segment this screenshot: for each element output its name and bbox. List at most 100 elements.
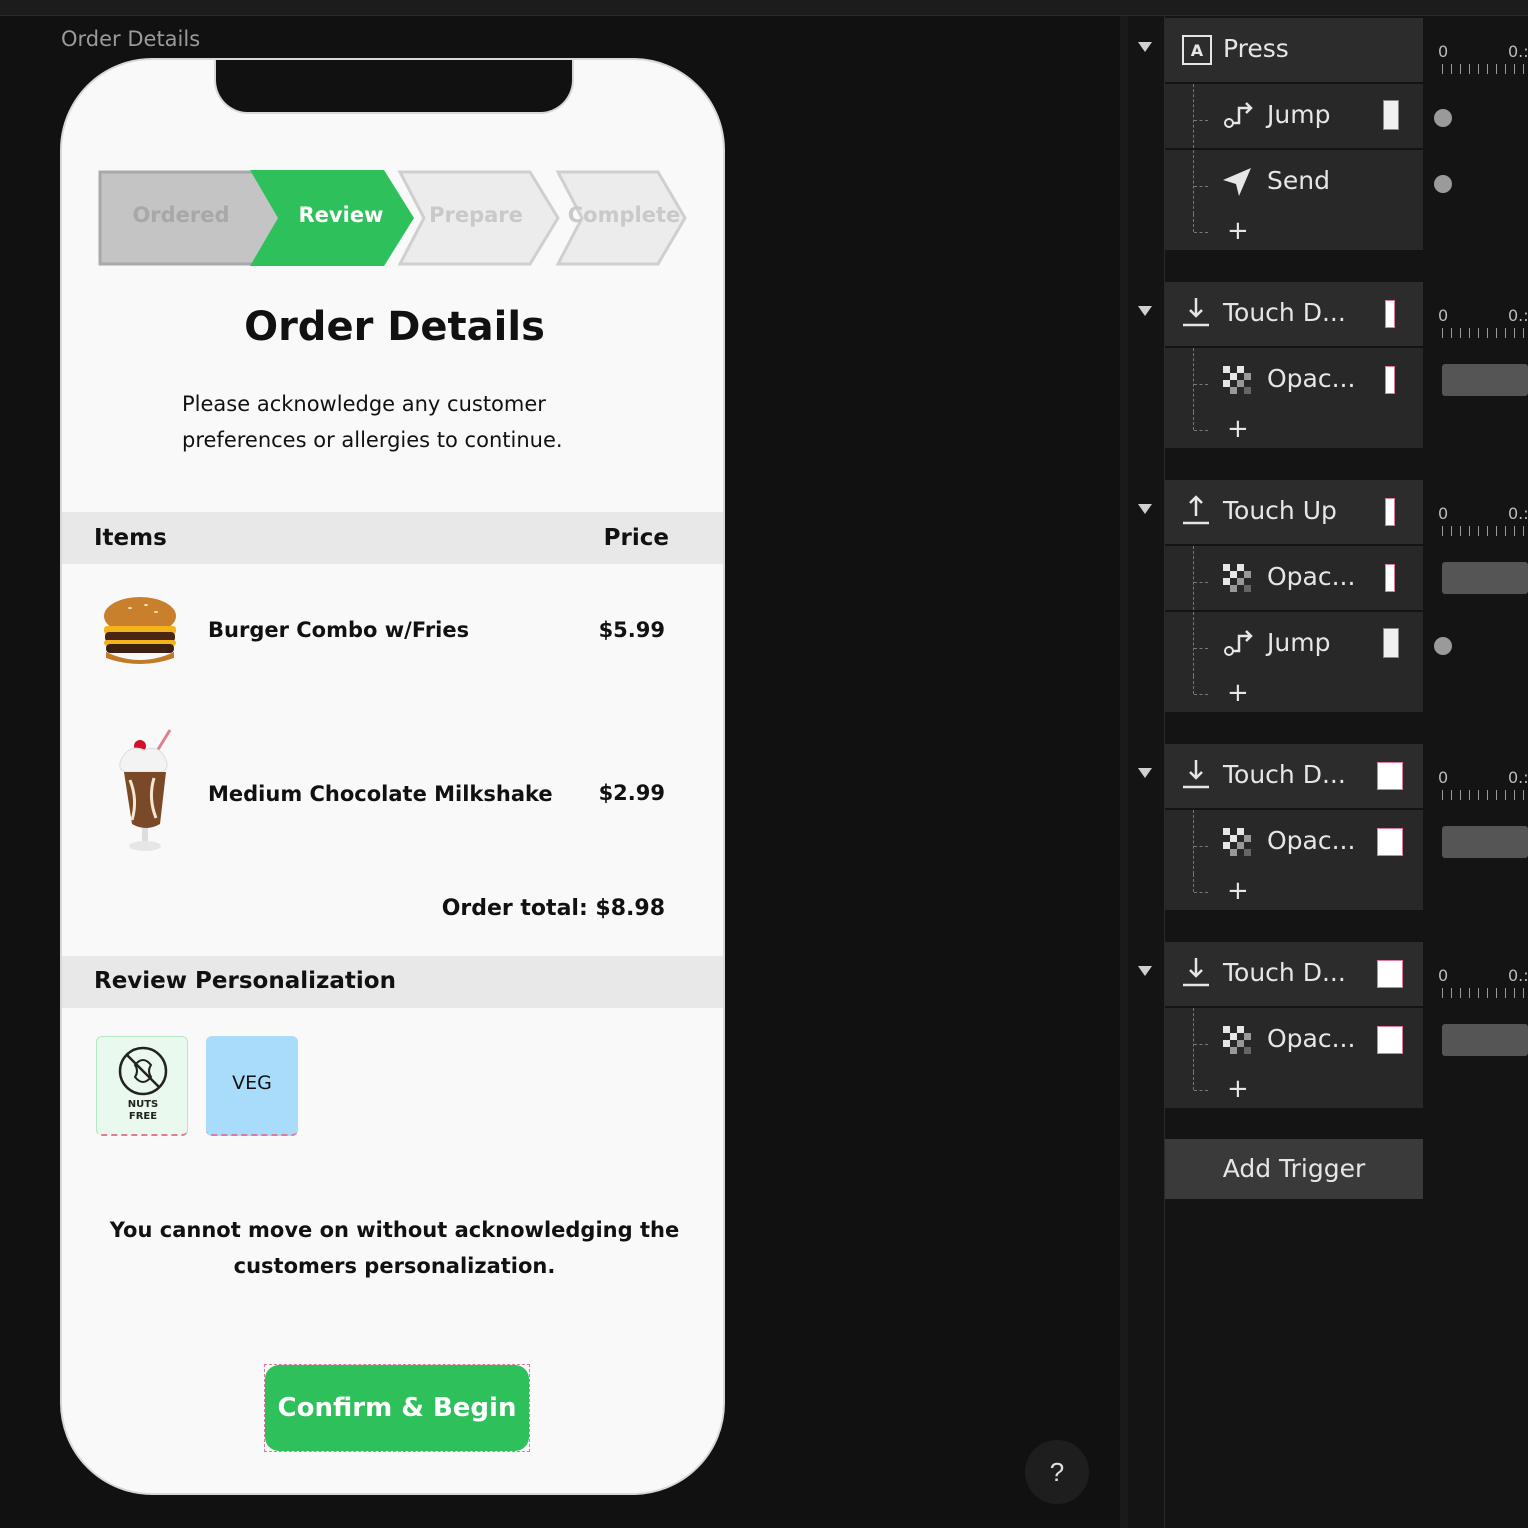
veg-label: VEG — [232, 1072, 272, 1094]
jump-icon — [1224, 630, 1253, 656]
page-subtitle: Please acknowledge any customer preferen… — [182, 392, 563, 452]
item-name-milkshake: Medium Chocolate Milkshake — [208, 782, 553, 806]
action-label: Jump — [1267, 100, 1331, 129]
trigger-touch-down[interactable]: Touch D... — [1165, 744, 1423, 808]
panel-divider[interactable] — [1120, 16, 1128, 1528]
timeline-bar[interactable] — [1442, 364, 1528, 396]
trigger-press[interactable]: A Press — [1165, 18, 1423, 82]
step-ordered: Ordered — [132, 203, 230, 227]
element-swatch — [1377, 828, 1403, 856]
review-header-bar: Review Personalization — [62, 956, 723, 1008]
add-action-row[interactable]: + — [1165, 412, 1423, 448]
element-swatch — [1377, 1026, 1403, 1054]
timeline-scale: 0 0.: — [1436, 966, 1528, 1006]
nuts-free-label: NUTS FREE — [127, 1099, 159, 1122]
add-action-row[interactable]: + — [1165, 874, 1423, 910]
collapse-caret-icon[interactable] — [1138, 42, 1152, 52]
timeline-dot[interactable] — [1434, 175, 1452, 193]
action-opacity[interactable]: Opac... — [1165, 348, 1423, 412]
element-swatch — [1385, 498, 1395, 526]
add-action-row[interactable]: + — [1165, 1072, 1423, 1108]
action-label: Opac... — [1267, 826, 1356, 855]
screen-swatch — [1383, 628, 1399, 658]
element-swatch — [1385, 564, 1395, 592]
add-action-icon[interactable]: + — [1227, 678, 1249, 708]
opacity-icon — [1223, 564, 1251, 592]
screen-swatch — [1383, 100, 1399, 130]
frame-title: Order Details — [61, 27, 201, 51]
action-label: Send — [1267, 166, 1330, 195]
trigger-touch-up[interactable]: Touch Up — [1165, 480, 1423, 544]
add-action-icon[interactable]: + — [1227, 216, 1249, 246]
timeline-dot[interactable] — [1434, 109, 1452, 127]
jump-icon — [1224, 102, 1253, 128]
confirm-button-frame: Confirm & Begin — [264, 1364, 530, 1452]
add-action-icon[interactable]: + — [1227, 876, 1249, 906]
timeline-scale: 0 0.: — [1436, 504, 1528, 544]
add-action-icon[interactable]: + — [1227, 414, 1249, 444]
touch-down-icon — [1183, 760, 1209, 789]
order-total: Order total: $8.98 — [441, 896, 665, 921]
action-jump[interactable]: Jump — [1165, 84, 1423, 148]
element-swatch — [1385, 300, 1395, 328]
phone-notch — [214, 60, 574, 114]
milkshake-image — [119, 729, 172, 851]
timeline-bar[interactable] — [1442, 562, 1528, 594]
action-label: Jump — [1267, 628, 1331, 657]
collapse-caret-icon[interactable] — [1138, 306, 1152, 316]
add-action-row[interactable]: + — [1165, 676, 1423, 712]
add-trigger-button[interactable]: Add Trigger — [1165, 1139, 1423, 1199]
action-label: Opac... — [1267, 562, 1356, 591]
opacity-icon — [1223, 828, 1251, 856]
step-prepare: Prepare — [429, 203, 523, 227]
collapse-caret-icon[interactable] — [1138, 966, 1152, 976]
progress-steps: Ordered Review Prepare Complete — [98, 170, 688, 266]
add-action-row[interactable]: + — [1165, 214, 1423, 250]
veg-tag[interactable]: VEG — [206, 1036, 298, 1136]
action-opacity[interactable]: Opac... — [1165, 546, 1423, 610]
nuts-free-tag[interactable]: NUTS FREE — [96, 1036, 188, 1136]
confirm-begin-button[interactable]: Confirm & Begin — [265, 1365, 529, 1451]
burger-image — [104, 597, 176, 664]
touch-down-icon — [1183, 298, 1209, 327]
help-button[interactable]: ? — [1025, 1440, 1089, 1504]
action-label: Opac... — [1267, 1024, 1356, 1053]
trigger-label: Touch D... — [1223, 958, 1346, 987]
step-complete: Complete — [567, 203, 681, 227]
touch-down-icon — [1183, 958, 1209, 987]
opacity-icon — [1223, 366, 1251, 394]
action-label: Opac... — [1267, 364, 1356, 393]
timeline-bar[interactable] — [1442, 826, 1528, 858]
step-review: Review — [298, 203, 384, 227]
collapse-caret-icon[interactable] — [1138, 504, 1152, 514]
items-header: Items — [94, 525, 167, 551]
add-action-icon[interactable]: + — [1227, 1074, 1249, 1104]
trigger-touch-down[interactable]: Touch D... — [1165, 282, 1423, 346]
send-icon — [1223, 168, 1251, 196]
items-header-bar: Items Price — [62, 512, 723, 564]
item-price-burger: $5.99 — [598, 618, 665, 642]
action-jump[interactable]: Jump — [1165, 612, 1423, 676]
collapse-caret-icon[interactable] — [1138, 768, 1152, 778]
action-send[interactable]: Send — [1165, 150, 1423, 214]
nut-free-icon — [118, 1046, 168, 1096]
element-swatch — [1377, 960, 1403, 988]
page-title: Order Details — [244, 304, 545, 350]
element-swatch — [1385, 366, 1395, 394]
phone-frame: Ordered Review Prepare Complete Order De… — [60, 58, 725, 1495]
timeline-bar[interactable] — [1442, 1024, 1528, 1056]
trigger-label: Touch Up — [1223, 496, 1337, 525]
trigger-touch-down[interactable]: Touch D... — [1165, 942, 1423, 1006]
review-header: Review Personalization — [94, 968, 396, 994]
timeline-dot[interactable] — [1434, 637, 1452, 655]
trigger-label: Touch D... — [1223, 760, 1346, 789]
timeline-scale: 0 0.: — [1436, 306, 1528, 346]
action-opacity[interactable]: Opac... — [1165, 810, 1423, 874]
press-icon: A — [1182, 35, 1212, 65]
opacity-icon — [1223, 1026, 1251, 1054]
svg-text:A: A — [1191, 41, 1204, 60]
top-bar — [0, 0, 1528, 16]
item-price-milkshake: $2.99 — [598, 781, 665, 805]
warning-text: You cannot move on without acknowledging… — [109, 1218, 680, 1278]
action-opacity[interactable]: Opac... — [1165, 1008, 1423, 1072]
